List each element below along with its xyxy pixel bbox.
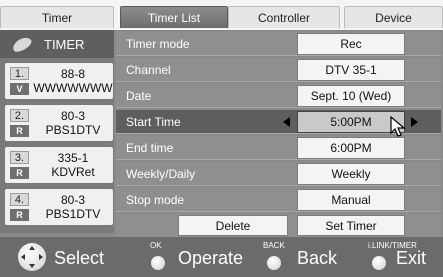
setting-end-time[interactable]: End time 6:00PM [116, 136, 441, 160]
item-channel: 80-3 [60, 109, 86, 123]
item-number: 3. [10, 151, 29, 164]
date-value[interactable]: Sept. 10 (Wed) [297, 85, 405, 107]
operate-hint[interactable]: OK Operate [145, 237, 255, 277]
exit-hint[interactable]: i.LINK/TIMER Exit [366, 237, 443, 277]
setting-label: Start Time [126, 115, 181, 129]
mode-badge: V [10, 83, 29, 95]
setting-label: Date [126, 89, 152, 103]
left-arrow-icon[interactable] [283, 117, 290, 127]
back-label: Back [297, 248, 338, 268]
list-item[interactable]: 1. V 88-8 WWWWWWW [5, 63, 113, 99]
weekly-daily-value[interactable]: Weekly [297, 163, 405, 185]
timer-list: 1. V 88-8 WWWWWWW 2. R 80-3 PBS1DTV 3. R… [0, 58, 114, 233]
leaf-icon [10, 34, 34, 54]
stop-mode-value[interactable]: Manual [297, 189, 405, 211]
ilink-timer-button-icon [372, 256, 386, 270]
item-station: KDVRet [51, 165, 95, 179]
mode-badge: R [10, 209, 29, 221]
sidebar-title: TIMER [44, 36, 85, 52]
channel-value[interactable]: DTV 35-1 [297, 59, 405, 81]
dpad-icon [18, 243, 46, 271]
item-station: PBS1DTV [45, 207, 101, 221]
delete-button[interactable]: Delete [178, 215, 288, 236]
ok-caption: OK [150, 241, 162, 250]
setting-label: Channel [126, 63, 171, 77]
list-item[interactable]: 4. R 80-3 PBS1DTV [5, 189, 113, 225]
item-number: 4. [10, 193, 29, 206]
mode-badge: R [10, 125, 29, 137]
tab-timer[interactable]: Timer [0, 6, 114, 28]
mouse-cursor-icon [390, 116, 406, 137]
operate-label: Operate [178, 248, 244, 268]
item-station: WWWWWWW [33, 81, 113, 95]
item-channel: 80-3 [60, 193, 86, 207]
ok-button-icon [151, 256, 165, 270]
end-time-value[interactable]: 6:00PM [297, 137, 405, 159]
tab-timer-list[interactable]: Timer List [120, 6, 228, 28]
timer-mode-value[interactable]: Rec [297, 33, 405, 55]
item-number: 1. [10, 67, 29, 80]
footer-bar: Select OK Operate BACK Back i.LINK/TIMER… [0, 237, 443, 277]
setting-weekly-daily[interactable]: Weekly/Daily Weekly [116, 162, 441, 186]
item-station: PBS1DTV [45, 123, 101, 137]
setting-stop-mode[interactable]: Stop mode Manual [116, 188, 441, 212]
start-time-value[interactable]: 5:00PM [297, 111, 405, 133]
setting-date[interactable]: Date Sept. 10 (Wed) [116, 84, 441, 108]
tab-bar: Timer Timer List Controller Device [0, 0, 443, 30]
setting-label: Timer mode [126, 37, 190, 51]
setting-label: Weekly/Daily [126, 167, 196, 181]
back-caption: BACK [263, 241, 285, 250]
list-item[interactable]: 3. R 335-1 KDVRet [5, 147, 113, 183]
list-item[interactable]: 2. R 80-3 PBS1DTV [5, 105, 113, 141]
right-arrow-icon[interactable] [411, 117, 418, 127]
tab-controller[interactable]: Controller [228, 6, 340, 28]
back-button-icon [267, 256, 281, 270]
set-timer-button[interactable]: Set Timer [297, 215, 405, 236]
select-hint[interactable]: Select [0, 237, 120, 277]
item-number: 2. [10, 109, 29, 122]
setting-label: Stop mode [126, 193, 185, 207]
mode-badge: R [10, 167, 29, 179]
tab-device[interactable]: Device [344, 6, 443, 28]
sidebar-header: TIMER [0, 30, 114, 58]
item-channel: 88-8 [60, 67, 86, 81]
setting-label: End time [126, 141, 174, 155]
item-channel: 335-1 [57, 151, 89, 165]
action-bar: Delete Set Timer [116, 214, 441, 237]
setting-channel[interactable]: Channel DTV 35-1 [116, 58, 441, 82]
back-hint[interactable]: BACK Back [263, 237, 343, 277]
select-label: Select [54, 248, 105, 268]
setting-timer-mode[interactable]: Timer mode Rec [116, 32, 441, 56]
exit-label: Exit [396, 248, 427, 268]
